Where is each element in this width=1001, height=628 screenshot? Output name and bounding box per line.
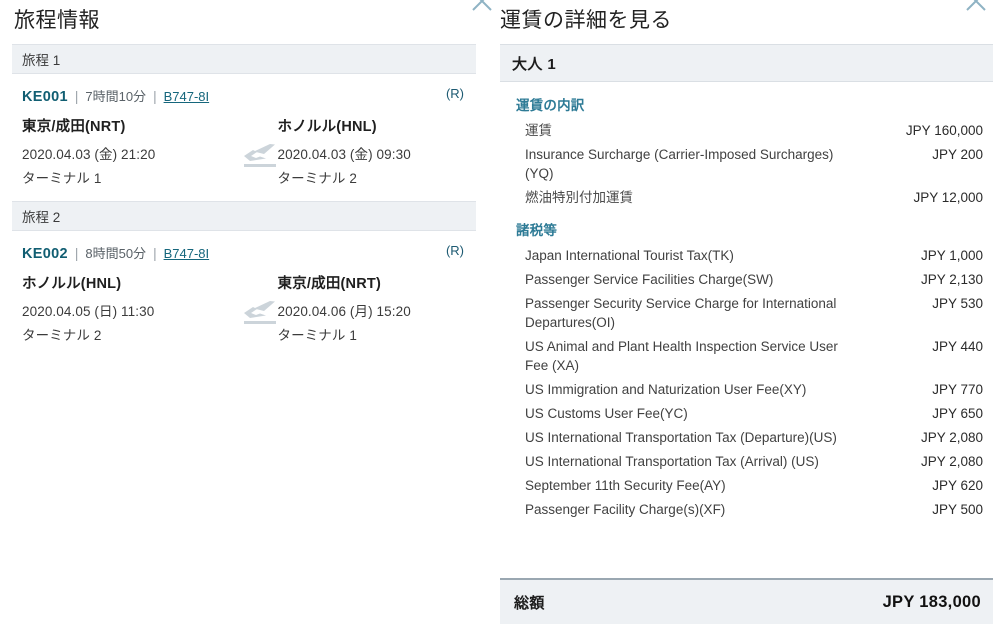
departure-city: 東京/成田(NRT) [22,119,126,135]
fare-item-label: Passenger Facility Charge(s)(XF) [525,502,726,517]
passenger-type-header: 大人 1 [500,44,993,82]
fare-item-amount: JPY 2,080 [920,430,983,445]
fare-item-label: US International Transportation Tax (Dep… [525,430,837,445]
departure-datetime: 2020.04.03 (金) 21:20 [22,147,156,162]
fare-item-label: Passenger Service Facilities Charge(SW) [525,272,774,287]
close-icon[interactable] [961,0,991,22]
fare-row: Insurance Surcharge (Carrier-Imposed Sur… [510,143,983,186]
separator: | [74,89,79,104]
fare-item-amount: JPY 440 [932,339,983,354]
fare-breakdown-list: 運賃の内訳 運賃 JPY 160,000 Insurance Surcharge… [500,82,993,522]
route: ホノルル(HNL) 2020.04.05 (日) 11:30 ターミナル 2 東… [22,272,466,344]
itinerary-panel-header: 旅程情報 [0,0,492,44]
segment-body: KE001 | 7時間10分 | B747-8I (R) 東京/成田(NRT) … [12,74,476,201]
fare-row: Japan International Tourist Tax(TK) JPY … [510,244,983,268]
total-label: 総額 [514,594,545,612]
fare-detail-panel: 運賃の詳細を見る 大人 1 運賃の内訳 運賃 JPY 160,000 Insur… [492,0,1001,628]
fare-row: Passenger Service Facilities Charge(SW) … [510,268,983,292]
fare-item-amount: JPY 2,130 [920,272,983,287]
refundable-badge: (R) [445,86,464,101]
fare-item-label: Passenger Security Service Charge for In… [525,296,837,330]
flight-summary-line: KE001 | 7時間10分 | B747-8I (R) [22,86,466,106]
fare-item-label: Japan International Tourist Tax(TK) [525,248,734,263]
fare-row: US Animal and Plant Health Inspection Se… [510,335,983,378]
fare-item-amount: JPY 1,000 [920,248,983,263]
fare-item-label: US Customs User Fee(YC) [525,406,688,421]
fare-item-label: September 11th Security Fee(AY) [525,478,726,493]
route: 東京/成田(NRT) 2020.04.03 (金) 21:20 ターミナル 1 … [22,115,466,187]
fare-row: US International Transportation Tax (Dep… [510,426,983,450]
segment-header: 旅程 1 [12,44,476,74]
arrival-terminal: ターミナル 1 [277,328,357,343]
arrival-city: 東京/成田(NRT) [277,276,381,292]
arrival-city: ホノルル(HNL) [277,119,377,135]
itinerary-panel-title: 旅程情報 [14,9,100,32]
fare-panel-header: 運賃の詳細を見る [492,0,1001,44]
arrival-terminal: ターミナル 2 [277,171,357,186]
arrival-block: ホノルル(HNL) 2020.04.03 (金) 09:30 ターミナル 2 [278,115,467,187]
fare-item-amount: JPY 620 [932,478,983,493]
airplane-takeoff-icon [240,298,284,326]
fare-item-label: 燃油特別付加運賃 [525,190,633,205]
fare-item-amount: JPY 500 [932,502,983,517]
fare-row: Passenger Facility Charge(s)(XF) JPY 500 [510,498,983,522]
flight-summary-line: KE002 | 8時間50分 | B747-8I (R) [22,243,466,263]
flight-number: KE002 [22,246,68,262]
departure-terminal: ターミナル 2 [22,328,102,343]
fare-item-label: US Animal and Plant Health Inspection Se… [525,339,838,373]
fare-item-label: Insurance Surcharge (Carrier-Imposed Sur… [525,147,834,181]
fare-row: US Customs User Fee(YC) JPY 650 [510,402,983,426]
refundable-badge: (R) [445,243,464,258]
fare-item-label: US Immigration and Naturization User Fee… [525,382,807,397]
fare-item-amount: JPY 650 [932,406,983,421]
fare-item-amount: JPY 770 [932,382,983,397]
departure-datetime: 2020.04.05 (日) 11:30 [22,304,155,319]
fare-row: 燃油特別付加運賃 JPY 12,000 [510,186,983,210]
fare-row: Passenger Security Service Charge for In… [510,292,983,335]
total-amount: JPY 183,000 [882,592,981,611]
departure-block: ホノルル(HNL) 2020.04.05 (日) 11:30 ターミナル 2 [22,272,211,344]
aircraft-type-link[interactable]: B747-8I [164,89,210,104]
fare-row: September 11th Security Fee(AY) JPY 620 [510,474,983,498]
flight-duration: 7時間10分 [85,89,147,104]
fare-item-amount: JPY 200 [932,147,983,162]
flight-duration: 8時間50分 [85,246,147,261]
flight-number: KE001 [22,89,68,105]
fare-item-label: 運賃 [525,123,552,138]
arrival-block: 東京/成田(NRT) 2020.04.06 (月) 15:20 ターミナル 1 [278,272,467,344]
itinerary-panel-body: 旅程情報 旅程 1 KE001 | 7時間10分 | B747-8I (R) 東… [0,0,492,372]
departure-terminal: ターミナル 1 [22,171,102,186]
fare-item-amount: JPY 2,080 [920,454,983,469]
arrival-datetime: 2020.04.03 (金) 09:30 [277,147,411,162]
fare-item-amount: JPY 12,000 [913,190,983,205]
separator: | [153,89,157,104]
fare-section-title: 運賃の内訳 [516,98,585,113]
segment-header: 旅程 2 [12,201,476,231]
fare-row: US Immigration and Naturization User Fee… [510,378,983,402]
tax-section-title: 諸税等 [516,223,558,238]
fare-item-amount: JPY 530 [932,296,983,311]
separator: | [153,246,157,261]
fare-item-label: US International Transportation Tax (Arr… [525,454,819,469]
fare-item-amount: JPY 160,000 [905,123,983,138]
segment-body: KE002 | 8時間50分 | B747-8I (R) ホノルル(HNL) 2… [12,231,476,358]
departure-city: ホノルル(HNL) [22,276,122,292]
airplane-takeoff-icon [240,141,284,169]
aircraft-type-link[interactable]: B747-8I [164,246,210,261]
fare-panel-title: 運賃の詳細を見る [500,9,672,32]
departure-block: 東京/成田(NRT) 2020.04.03 (金) 21:20 ターミナル 1 [22,115,211,187]
separator: | [74,246,79,261]
arrival-datetime: 2020.04.06 (月) 15:20 [277,304,411,319]
fare-row: 運賃 JPY 160,000 [510,119,983,143]
total-row: 総額 JPY 183,000 [500,578,993,624]
fare-row: US International Transportation Tax (Arr… [510,450,983,474]
